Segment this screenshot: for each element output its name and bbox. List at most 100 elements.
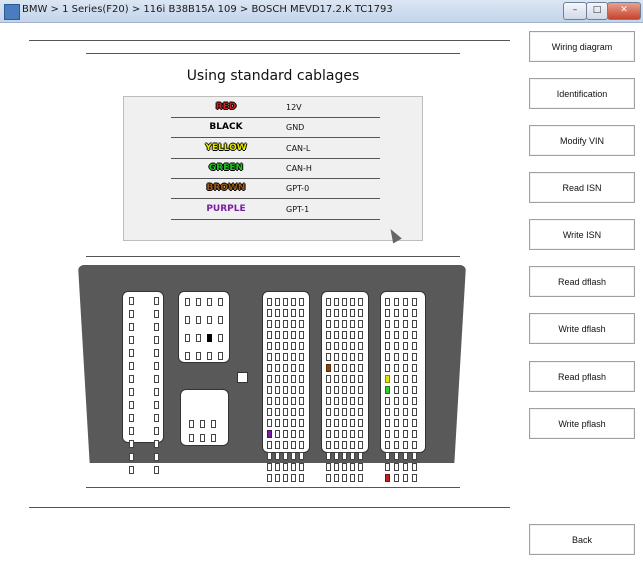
- connector-pin: [394, 364, 399, 372]
- connector-pin: [129, 388, 134, 396]
- connector-pin: [291, 452, 296, 460]
- connector-pin: [350, 408, 355, 416]
- legend-signal: GPT-0: [286, 184, 310, 193]
- connector-pin: [154, 323, 159, 331]
- connector-pin: [291, 419, 296, 427]
- connector-pins: [385, 298, 417, 482]
- connector-pin: [299, 386, 304, 394]
- connector-pin: [291, 298, 296, 306]
- connector-pin: [358, 298, 363, 306]
- connector-pin: [403, 364, 408, 372]
- connector-pin: [299, 408, 304, 416]
- close-button[interactable]: ✕: [607, 2, 641, 20]
- connector-pin: [283, 320, 288, 328]
- connector-pin: [291, 463, 296, 471]
- connector-pin: [326, 375, 331, 383]
- legend-signal: 12V: [286, 103, 302, 112]
- identification-button[interactable]: Identification: [529, 78, 635, 109]
- connector-pin: [196, 352, 201, 360]
- connector-pin: [267, 408, 272, 416]
- legend-row: YELLOW CAN-L: [171, 138, 380, 159]
- connector-pin: [154, 388, 159, 396]
- content-border-top: [29, 40, 510, 41]
- connector-pin: [283, 474, 288, 482]
- maximize-button[interactable]: □: [586, 2, 608, 20]
- connector-pin: [267, 331, 272, 339]
- connector-pin: [412, 408, 417, 416]
- wiring-diagram-button[interactable]: Wiring diagram: [529, 31, 635, 62]
- connector-pins: [326, 298, 363, 482]
- connector-pin: [326, 474, 331, 482]
- connector-pin: [275, 342, 280, 350]
- connector-pin: [350, 419, 355, 427]
- connector-pin: [358, 408, 363, 416]
- connector-pin: [394, 397, 399, 405]
- connector-pin: [185, 334, 190, 342]
- connector-pin: [299, 353, 304, 361]
- connector-pin: [358, 452, 363, 460]
- minimize-button[interactable]: –: [563, 2, 587, 20]
- connector-pin: [358, 375, 363, 383]
- connector-pin: [129, 336, 134, 344]
- connector-pin: [358, 320, 363, 328]
- connector-pin: [154, 414, 159, 422]
- back-button[interactable]: Back: [529, 524, 635, 555]
- legend-row: PURPLE GPT-1: [171, 199, 380, 220]
- connector-pin: [129, 401, 134, 409]
- connector-pin: [196, 298, 201, 306]
- connector-pin: [385, 474, 390, 482]
- read-pflash-button[interactable]: Read pflash: [529, 361, 635, 392]
- modify-vin-button[interactable]: Modify VIN: [529, 125, 635, 156]
- divider-middle: [86, 256, 460, 257]
- connector-pin: [412, 320, 417, 328]
- connector-pin: [412, 441, 417, 449]
- write-isn-button[interactable]: Write ISN: [529, 219, 635, 250]
- connector-pin: [218, 298, 223, 306]
- main-panel: Using standard cablages RED 12V BLACK GN…: [0, 23, 643, 575]
- connector-pin: [403, 331, 408, 339]
- connector-pin: [326, 298, 331, 306]
- connector-pin: [283, 375, 288, 383]
- connector-pin: [412, 375, 417, 383]
- connector-pin: [326, 331, 331, 339]
- read-dflash-button[interactable]: Read dflash: [529, 266, 635, 297]
- connector-pin: [342, 397, 347, 405]
- connector-pin: [394, 331, 399, 339]
- read-isn-button[interactable]: Read ISN: [529, 172, 635, 203]
- connector-pin: [394, 463, 399, 471]
- connector-pin: [267, 309, 272, 317]
- connector-pin: [385, 298, 390, 306]
- connector-pin: [350, 353, 355, 361]
- connector-pin: [129, 427, 134, 435]
- legend-signal: CAN-H: [286, 164, 312, 173]
- connector-4: [262, 291, 310, 482]
- connector-pin: [154, 375, 159, 383]
- write-dflash-button[interactable]: Write dflash: [529, 313, 635, 344]
- connector-pin: [334, 342, 339, 350]
- connector-pin: [275, 430, 280, 438]
- connector-pin: [342, 331, 347, 339]
- connector-pin: [358, 419, 363, 427]
- connector-pin: [334, 463, 339, 471]
- write-pflash-button[interactable]: Write pflash: [529, 408, 635, 439]
- connector-pin: [385, 342, 390, 350]
- connector-pin: [358, 342, 363, 350]
- connector-pin: [275, 353, 280, 361]
- connector-pin: [291, 375, 296, 383]
- title-bar: BMW > 1 Series(F20) > 116i B38B15A 109 >…: [0, 0, 643, 23]
- connector-pin: [385, 364, 390, 372]
- connector-pin: [275, 397, 280, 405]
- connector-pin: [267, 386, 272, 394]
- connector-pin: [358, 353, 363, 361]
- connector-pin: [350, 342, 355, 350]
- connector-pin: [412, 430, 417, 438]
- connector-pin: [326, 430, 331, 438]
- connector-pin: [299, 463, 304, 471]
- connector-pin: [291, 353, 296, 361]
- connector-pin: [267, 419, 272, 427]
- connector-pin: [275, 364, 280, 372]
- connector-pin: [326, 364, 331, 372]
- connector-pin: [283, 298, 288, 306]
- connector-pin: [342, 364, 347, 372]
- connector-pin: [275, 375, 280, 383]
